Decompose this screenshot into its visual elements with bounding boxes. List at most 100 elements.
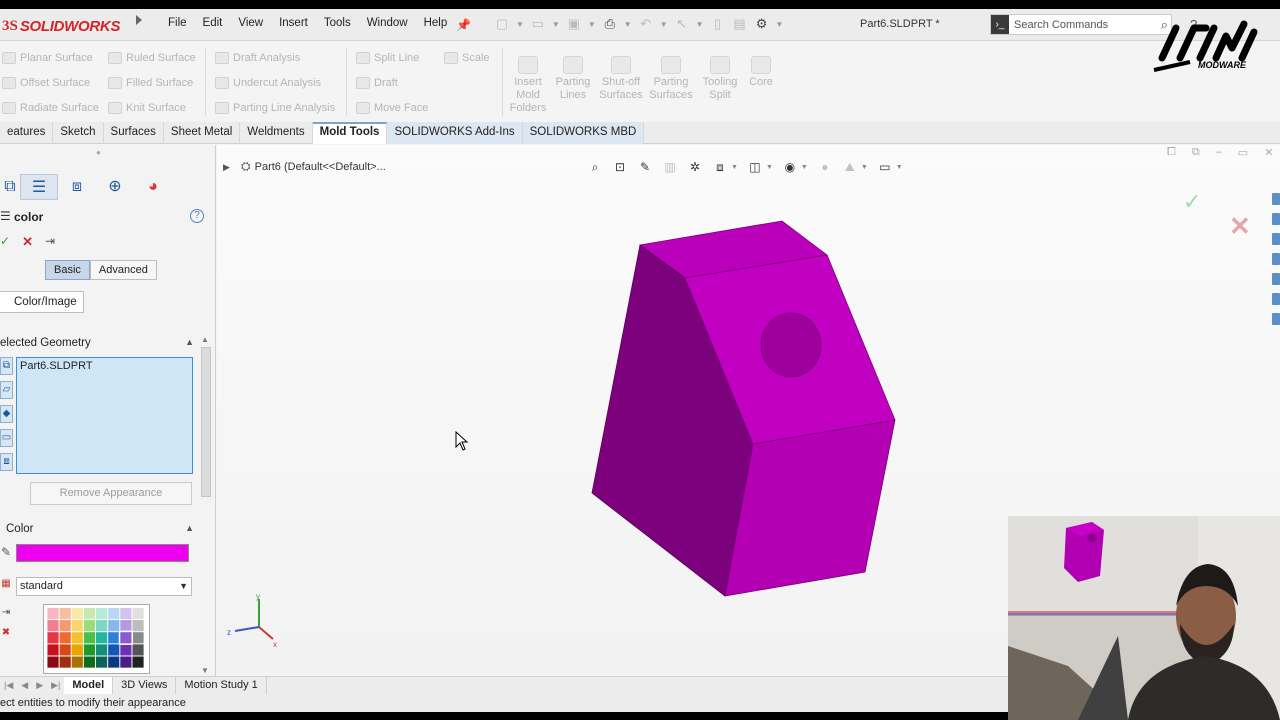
- feature-manager-tab-icon[interactable]: ⧉: [0, 174, 20, 200]
- collapse-chevron-icon[interactable]: ▲: [185, 523, 194, 533]
- palette-swatch[interactable]: [132, 644, 144, 656]
- confirmation-cancel-icon[interactable]: ✕: [1229, 211, 1251, 242]
- menu-window[interactable]: Window: [359, 17, 416, 29]
- tab-sheet-metal[interactable]: Sheet Metal: [164, 122, 241, 144]
- tile-icon[interactable]: ⧉: [1192, 146, 1200, 159]
- dynamic-annotation-icon[interactable]: ✲: [687, 159, 703, 175]
- undercut-analysis-button[interactable]: Undercut Analysis: [215, 77, 321, 89]
- logo-flyout-arrow-icon[interactable]: [136, 15, 142, 25]
- palette-swatch[interactable]: [83, 607, 96, 620]
- view-settings-icon[interactable]: ▭: [877, 159, 893, 175]
- zoom-to-area-icon[interactable]: ⊡: [612, 159, 628, 175]
- minimize-icon[interactable]: –: [1216, 146, 1222, 159]
- draft-analysis-button[interactable]: Draft Analysis: [215, 52, 300, 64]
- palette-swatch[interactable]: [108, 644, 120, 656]
- solidworks-logo[interactable]: 3S SOLIDWORKS: [2, 15, 120, 37]
- color-image-tab[interactable]: Color/Image: [0, 291, 84, 313]
- parting-line-analysis-button[interactable]: Parting Line Analysis: [215, 102, 335, 114]
- palette-select[interactable]: standard ▼: [16, 577, 192, 596]
- display-manager-tab-icon[interactable]: ◕: [134, 174, 172, 200]
- section-view-icon[interactable]: ▥: [662, 159, 678, 175]
- ruled-surface-button[interactable]: Ruled Surface: [108, 52, 196, 64]
- tab-mold-tools[interactable]: Mold Tools: [312, 122, 388, 144]
- palette-swatch[interactable]: [120, 607, 132, 620]
- collapse-chevron-icon[interactable]: ▲: [185, 337, 194, 347]
- part-model[interactable]: [587, 215, 907, 605]
- open-document-icon[interactable]: ▭: [530, 16, 546, 32]
- scroll-down-icon[interactable]: ▼: [201, 666, 209, 675]
- menu-view[interactable]: View: [230, 17, 271, 29]
- menu-insert[interactable]: Insert: [271, 17, 316, 29]
- insert-mold-folders-button[interactable]: Insert Mold Folders: [508, 56, 548, 115]
- task-pane-tab-icon[interactable]: [1272, 233, 1280, 245]
- scroll-thumb[interactable]: [201, 347, 211, 497]
- task-pane-tab-icon[interactable]: [1272, 213, 1280, 225]
- selected-geometry-header[interactable]: elected Geometry ▲: [0, 335, 198, 353]
- display-style-dropdown-icon[interactable]: ▼: [766, 164, 773, 171]
- hide-show-dropdown-icon[interactable]: ▼: [801, 164, 808, 171]
- knit-surface-button[interactable]: Knit Surface: [108, 102, 186, 114]
- palette-swatch[interactable]: [83, 644, 96, 656]
- options-dropdown-icon[interactable]: ▼: [776, 20, 784, 29]
- radiate-surface-button[interactable]: Radiate Surface: [2, 102, 99, 114]
- palette-swatch[interactable]: [59, 644, 71, 656]
- new-dropdown-icon[interactable]: ▼: [516, 20, 524, 29]
- tab-model[interactable]: Model: [64, 677, 114, 694]
- basic-button[interactable]: Basic: [45, 260, 90, 280]
- tooling-split-button[interactable]: Tooling Split: [698, 56, 742, 102]
- list-item[interactable]: Part6.SLDPRT: [20, 360, 189, 372]
- save-dropdown-icon[interactable]: ▼: [588, 20, 596, 29]
- palette-swatch[interactable]: [108, 632, 120, 644]
- print-icon[interactable]: ⎙: [602, 16, 618, 32]
- select-dropdown-icon[interactable]: ▼: [696, 20, 704, 29]
- edit-appearance-icon[interactable]: ●: [817, 159, 833, 175]
- select-icon[interactable]: ↖: [674, 16, 690, 32]
- display-style-icon[interactable]: ◫: [747, 159, 763, 175]
- help-icon[interactable]: ?: [190, 209, 204, 223]
- split-line-button[interactable]: Split Line: [356, 52, 419, 64]
- palette-swatch[interactable]: [47, 644, 59, 656]
- close-icon[interactable]: ✕: [1264, 146, 1273, 159]
- task-pane-tab-icon[interactable]: [1272, 193, 1280, 205]
- palette-swatch[interactable]: [96, 620, 108, 632]
- palette-swatch[interactable]: [47, 656, 59, 668]
- zoom-to-fit-icon[interactable]: ⌕: [587, 159, 603, 175]
- palette-swatch[interactable]: [71, 620, 83, 632]
- palette-swatch[interactable]: [132, 607, 144, 620]
- restore-icon[interactable]: ⧠: [1167, 146, 1176, 159]
- palette-swatch[interactable]: [96, 632, 108, 644]
- palette-swatch[interactable]: [71, 632, 83, 644]
- model-hole[interactable]: [760, 312, 822, 378]
- palette-swatch[interactable]: [120, 656, 132, 668]
- palette-icon[interactable]: ▦: [0, 578, 12, 589]
- palette-swatch[interactable]: [96, 644, 108, 656]
- remove-appearance-button[interactable]: Remove Appearance: [30, 482, 192, 505]
- tab-solidworks-mbd[interactable]: SOLIDWORKS MBD: [522, 122, 645, 144]
- task-pane-tab-icon[interactable]: [1272, 293, 1280, 305]
- configuration-manager-tab-icon[interactable]: ⧈: [58, 174, 96, 200]
- eyedropper-icon[interactable]: ✎: [1, 545, 11, 559]
- filled-surface-button[interactable]: Filled Surface: [108, 77, 193, 89]
- file-properties-icon[interactable]: ▤: [732, 16, 748, 32]
- menu-tools[interactable]: Tools: [316, 17, 359, 29]
- rebuild-icon[interactable]: ▯: [710, 16, 726, 32]
- select-feature-icon[interactable]: ◆: [0, 405, 13, 423]
- menu-file[interactable]: File: [160, 17, 195, 29]
- tab-surfaces[interactable]: Surfaces: [104, 122, 164, 144]
- maximize-icon[interactable]: ▭: [1238, 146, 1248, 159]
- palette-swatch[interactable]: [108, 656, 120, 668]
- search-input[interactable]: Search Commands: [1009, 19, 1161, 31]
- palette-swatch[interactable]: [108, 620, 120, 632]
- ok-check-icon[interactable]: ✓: [0, 234, 10, 250]
- pin-icon[interactable]: 📌: [456, 18, 471, 32]
- color-section-header[interactable]: Color ▲: [6, 521, 198, 539]
- palette-swatch[interactable]: [132, 632, 144, 644]
- prev-tab-icon[interactable]: ◀: [17, 680, 32, 691]
- color-palette-grid[interactable]: [43, 604, 150, 674]
- print-dropdown-icon[interactable]: ▼: [624, 20, 632, 29]
- cancel-icon[interactable]: ✕: [22, 234, 33, 250]
- undo-icon[interactable]: ↶: [638, 16, 654, 32]
- scale-button[interactable]: Scale: [444, 52, 490, 64]
- palette-swatch[interactable]: [132, 656, 144, 668]
- palette-swatch[interactable]: [71, 607, 83, 620]
